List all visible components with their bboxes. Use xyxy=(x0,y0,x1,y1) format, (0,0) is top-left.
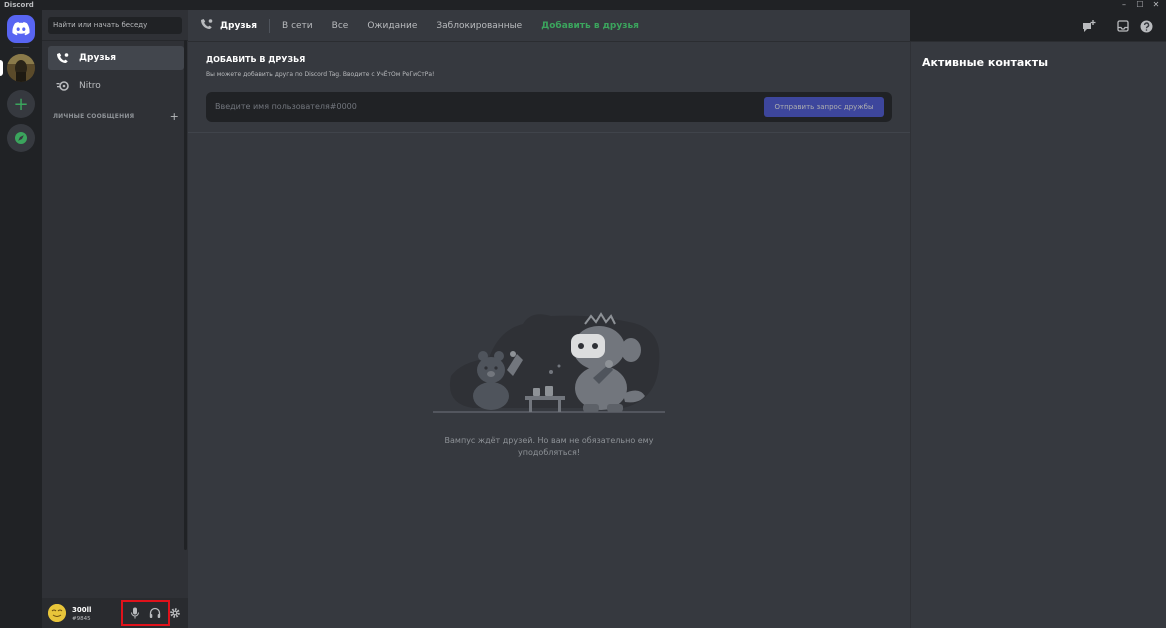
mute-button[interactable] xyxy=(126,604,144,622)
sidebar-scrollbar[interactable] xyxy=(184,40,187,550)
server-indicator xyxy=(0,60,3,76)
server-image-icon xyxy=(7,54,35,82)
username-input[interactable]: Введите имя пользователя#0000 xyxy=(215,102,357,111)
add-friend-description: Вы можете добавить друга по Discord Tag.… xyxy=(206,71,435,78)
header-separator xyxy=(269,18,271,33)
compass-icon xyxy=(15,132,27,144)
inbox-icon xyxy=(1117,20,1129,32)
discord-app: Discord – ☐ ✕ + Найти или начать беседу … xyxy=(0,0,1166,628)
active-contacts-panel: Активные контакты xyxy=(910,42,1166,628)
send-friend-request-button[interactable]: Отправить запрос дружбы xyxy=(764,97,884,117)
page-title-label: Друзья xyxy=(220,20,258,31)
minimize-button[interactable]: – xyxy=(1116,0,1132,10)
wumpus-illustration xyxy=(433,312,665,413)
discord-logo-icon xyxy=(12,22,30,36)
active-contacts-title: Активные контакты xyxy=(922,56,1049,69)
server-list: + xyxy=(0,10,42,628)
sidebar-item-label: Nitro xyxy=(79,81,101,91)
username: 300ll xyxy=(72,606,92,614)
nitro-icon xyxy=(56,79,70,93)
sidebar-item-friends[interactable]: Друзья xyxy=(48,46,184,70)
direct-messages-header: ЛИЧНЫЕ СООБЩЕНИЯ + xyxy=(53,110,179,123)
create-dm-button[interactable]: + xyxy=(170,110,179,123)
tab-add-friend[interactable]: Добавить в друзья xyxy=(541,21,639,31)
sidebar-item-nitro[interactable]: Nitro xyxy=(48,74,184,98)
plus-icon: + xyxy=(13,93,29,115)
deafen-button[interactable] xyxy=(146,604,164,622)
main-content: Друзья В сети Все Ожидание Заблокированн… xyxy=(188,10,1166,628)
new-group-dm-icon xyxy=(1083,19,1096,32)
tab-online[interactable]: В сети xyxy=(282,21,313,31)
main-divider xyxy=(188,132,910,133)
add-server-button[interactable]: + xyxy=(7,90,35,118)
dm-header-label: ЛИЧНЫЕ СООБЩЕНИЯ xyxy=(53,113,135,120)
user-panel: 300ll #9845 xyxy=(42,598,188,628)
dm-sidebar: Найти или начать беседу Друзья Nitro ЛИЧ… xyxy=(42,10,188,628)
new-group-dm-button[interactable] xyxy=(1082,19,1096,33)
user-avatar-icon xyxy=(48,604,66,622)
explore-servers-button[interactable] xyxy=(7,124,35,152)
user-settings-button[interactable] xyxy=(166,604,184,622)
microphone-icon xyxy=(131,607,139,619)
search-input[interactable]: Найти или начать беседу xyxy=(48,17,182,34)
tab-blocked[interactable]: Заблокированные xyxy=(436,21,522,31)
server-separator xyxy=(13,47,29,48)
headphones-icon xyxy=(149,607,161,618)
help-button[interactable] xyxy=(1139,19,1153,33)
server-avatar[interactable] xyxy=(7,54,35,82)
gear-icon xyxy=(170,608,180,618)
empty-state-text: Вампус ждёт друзей. Но вам не обязательн… xyxy=(444,436,654,457)
sidebar-item-label: Друзья xyxy=(79,53,117,63)
tab-all[interactable]: Все xyxy=(332,21,349,31)
window-title: Discord xyxy=(4,1,34,9)
add-friend-title: ДОБАВИТЬ В ДРУЗЬЯ xyxy=(206,55,306,64)
friends-icon xyxy=(56,51,70,65)
inbox-button[interactable] xyxy=(1116,19,1130,33)
friends-icon xyxy=(200,18,214,33)
user-tag: #9845 xyxy=(72,616,91,622)
tab-pending[interactable]: Ожидание xyxy=(367,21,417,31)
maximize-button[interactable]: ☐ xyxy=(1132,0,1148,10)
page-title: Друзья xyxy=(200,18,257,33)
add-friend-form: Введите имя пользователя#0000 Отправить … xyxy=(206,92,892,122)
home-button[interactable] xyxy=(7,15,35,43)
help-icon xyxy=(1140,20,1152,32)
close-button[interactable]: ✕ xyxy=(1148,0,1164,10)
title-bar: Discord – ☐ ✕ xyxy=(0,0,1166,10)
avatar[interactable] xyxy=(48,604,66,622)
friends-header: Друзья В сети Все Ожидание Заблокированн… xyxy=(188,10,1166,42)
sidebar-divider xyxy=(42,40,188,41)
